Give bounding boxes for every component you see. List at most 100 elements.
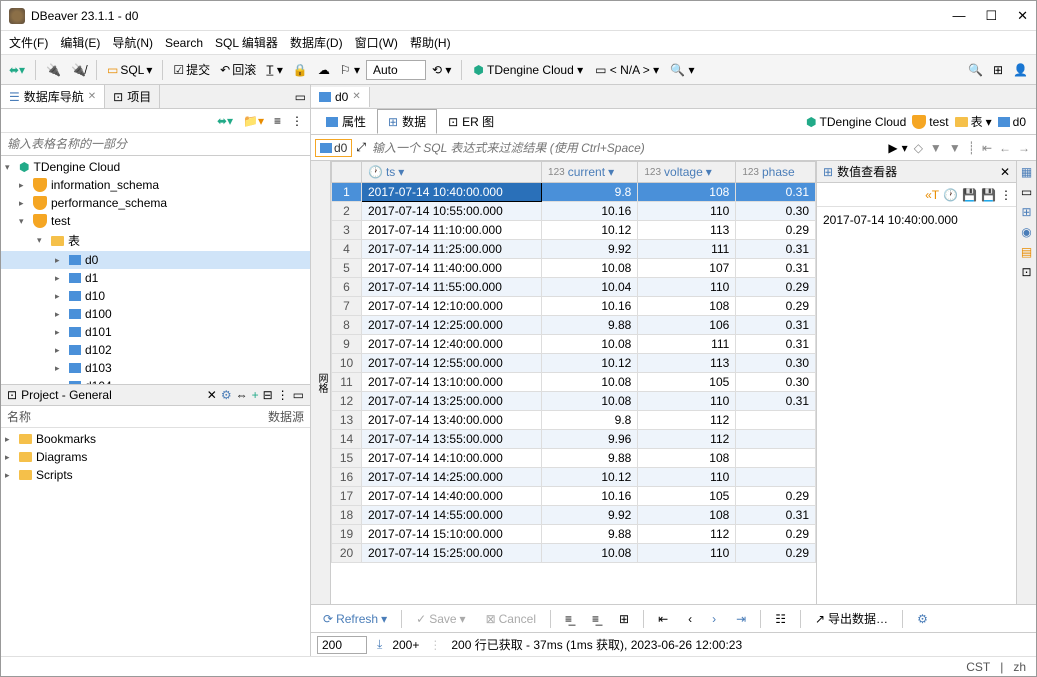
table-row[interactable]: 32017-07-14 11:10:00.00010.121130.29 bbox=[332, 221, 816, 240]
connect-tree-button[interactable]: ⬌▾ bbox=[214, 113, 236, 129]
sql-button[interactable]: ▭ SQL ▾ bbox=[103, 61, 156, 79]
script-button[interactable]: ☷ bbox=[769, 610, 792, 628]
table-row[interactable]: 102017-07-14 12:55:00.00010.121130.30 bbox=[332, 354, 816, 373]
table-row[interactable]: 52017-07-14 11:40:00.00010.081070.31 bbox=[332, 259, 816, 278]
table-row[interactable]: 152017-07-14 14:10:00.0009.88108 bbox=[332, 449, 816, 468]
bc-tables[interactable]: 表 ▾ bbox=[955, 113, 992, 130]
filter-clear-icon[interactable]: ◇ bbox=[912, 140, 925, 156]
tree-schema[interactable]: ▸performance_schema bbox=[1, 194, 310, 212]
tree-settings-button[interactable]: ≡ bbox=[271, 113, 284, 129]
tree-search-input[interactable] bbox=[1, 133, 310, 156]
text-icon[interactable]: «T bbox=[925, 188, 939, 202]
table-row[interactable]: 122017-07-14 13:25:00.00010.081100.31 bbox=[332, 392, 816, 411]
cloud-button[interactable]: ☁ bbox=[314, 61, 334, 79]
rownum-header[interactable] bbox=[332, 162, 362, 183]
table-row[interactable]: 82017-07-14 12:25:00.0009.881060.31 bbox=[332, 316, 816, 335]
table-row[interactable]: 172017-07-14 14:40:00.00010.161050.29 bbox=[332, 487, 816, 506]
tool-icon[interactable]: ▤ bbox=[1021, 245, 1032, 259]
table-row[interactable]: 72017-07-14 12:10:00.00010.161080.29 bbox=[332, 297, 816, 316]
collapse-icon[interactable]: ⊟ bbox=[263, 388, 273, 402]
close-icon[interactable]: ✕ bbox=[352, 91, 360, 102]
filter-history-button[interactable]: ▾ bbox=[902, 141, 908, 155]
nav-prev-icon[interactable]: ← bbox=[997, 140, 1013, 156]
maximize-button[interactable]: ☐ bbox=[985, 8, 997, 24]
prev-page-button[interactable]: ‹ bbox=[682, 610, 698, 628]
col-ts[interactable]: 🕐 ts▾ bbox=[362, 162, 542, 183]
disconnect-button[interactable]: 🔌̸ bbox=[67, 61, 90, 79]
lock-button[interactable]: 🔒 bbox=[289, 61, 312, 79]
apply-filter-button[interactable]: ▶ bbox=[888, 141, 897, 155]
language[interactable]: zh bbox=[1013, 660, 1026, 674]
auto-input[interactable] bbox=[366, 60, 426, 80]
save-icon[interactable]: 💾 bbox=[962, 188, 977, 202]
table-row[interactable]: 182017-07-14 14:55:00.0009.921080.31 bbox=[332, 506, 816, 525]
data-grid[interactable]: 🕐 ts▾ 123 current▾ 123 voltage▾ 123 phas… bbox=[331, 161, 816, 604]
table-row[interactable]: 62017-07-14 11:55:00.00010.041100.29 bbox=[332, 278, 816, 297]
gear-icon[interactable]: ⚙ bbox=[221, 388, 232, 402]
edit-btn[interactable]: ≡̲ bbox=[586, 610, 605, 628]
tree-tables-folder[interactable]: ▾表 bbox=[1, 230, 310, 251]
next-page-button[interactable]: › bbox=[706, 610, 722, 628]
search-icon[interactable]: 🔍 bbox=[964, 61, 987, 79]
new-conn-button[interactable]: ⬌▾ bbox=[5, 61, 29, 79]
rollback-button[interactable]: ↶ 回滚 bbox=[216, 59, 260, 80]
tree-schema[interactable]: ▾test bbox=[1, 212, 310, 230]
col-current[interactable]: 123 current▾ bbox=[542, 162, 638, 183]
settings-button[interactable]: ⚙ bbox=[911, 610, 934, 628]
edit-btn[interactable]: ≡̲ bbox=[559, 610, 578, 628]
table-row[interactable]: 142017-07-14 13:55:00.0009.96112 bbox=[332, 430, 816, 449]
menu-help[interactable]: 帮助(H) bbox=[410, 34, 451, 51]
tool-icon[interactable]: ⊡ bbox=[1021, 265, 1031, 279]
tab-projects[interactable]: ⊡ 项目 bbox=[105, 85, 160, 108]
tree-table-item[interactable]: ▸d102 bbox=[1, 341, 310, 359]
table-row[interactable]: 42017-07-14 11:25:00.0009.921110.31 bbox=[332, 240, 816, 259]
tx-mode-button[interactable]: T̲ ▾ bbox=[262, 61, 287, 79]
close-icon[interactable]: ✕ bbox=[207, 388, 217, 402]
tree-table-item[interactable]: ▸d101 bbox=[1, 323, 310, 341]
tree-table-item[interactable]: ▸d1 bbox=[1, 269, 310, 287]
tree-root[interactable]: ▾⬢TDengine Cloud bbox=[1, 158, 310, 176]
bc-db[interactable]: test bbox=[912, 115, 948, 129]
tree-table-item[interactable]: ▸d10 bbox=[1, 287, 310, 305]
table-row[interactable]: 132017-07-14 13:40:00.0009.8112 bbox=[332, 411, 816, 430]
edit-btn[interactable]: ⊞ bbox=[613, 610, 635, 628]
connection-dropdown[interactable]: ⬢ TDengine Cloud ▾ bbox=[468, 60, 588, 80]
auto-config-button[interactable]: ⟲ ▾ bbox=[428, 61, 455, 79]
tool-icon[interactable]: ⊞ bbox=[1021, 205, 1031, 219]
table-row[interactable]: 22017-07-14 10:55:00.00010.161100.30 bbox=[332, 202, 816, 221]
table-row[interactable]: 92017-07-14 12:40:00.00010.081110.31 bbox=[332, 335, 816, 354]
tool-icon[interactable]: ◉ bbox=[1021, 225, 1031, 239]
subtab-er[interactable]: ⊡ER 图 bbox=[437, 109, 505, 134]
panels-icon[interactable]: ▦ bbox=[1021, 165, 1032, 179]
col-voltage[interactable]: 123 voltage▾ bbox=[638, 162, 736, 183]
menu-db[interactable]: 数据库(D) bbox=[290, 34, 343, 51]
close-icon[interactable]: ✕ bbox=[88, 91, 96, 102]
minimize-panel-button[interactable]: ▭ bbox=[291, 90, 310, 104]
project-item[interactable]: ▸Scripts bbox=[1, 466, 310, 484]
connect-button[interactable]: 🔌 bbox=[42, 61, 65, 79]
table-row[interactable]: 12017-07-14 10:40:00.0009.81080.31 bbox=[332, 183, 816, 202]
more-icon[interactable]: ⋮ bbox=[277, 388, 289, 402]
fetch-icon[interactable]: ⤓ bbox=[377, 637, 382, 652]
tree-table-item[interactable]: ▸d104 bbox=[1, 377, 310, 384]
tab-db-nav[interactable]: ☰ 数据库导航 ✕ bbox=[1, 85, 105, 108]
export-button[interactable]: ↗ 导出数据… bbox=[809, 608, 894, 629]
folder-button[interactable]: 📁▾ bbox=[240, 113, 267, 129]
expand-icon[interactable]: ⤢ bbox=[356, 140, 366, 155]
saveas-icon[interactable]: 💾 bbox=[981, 188, 996, 202]
save-button[interactable]: ✓ Save ▾ bbox=[410, 610, 471, 628]
schema-dropdown[interactable]: ▭ < N/A > ▾ bbox=[590, 60, 664, 80]
tool-icon[interactable]: ▭ bbox=[1021, 185, 1032, 199]
perspective-button[interactable]: ⊞ bbox=[989, 61, 1007, 79]
refresh-button[interactable]: ⟳ Refresh ▾ bbox=[317, 610, 393, 628]
tree-more-button[interactable]: ⋮ bbox=[288, 113, 306, 129]
user-avatar[interactable]: 👤 bbox=[1009, 61, 1032, 79]
bc-conn[interactable]: ⬢TDengine Cloud bbox=[806, 115, 906, 129]
link-icon[interactable]: ⇔ bbox=[236, 388, 248, 402]
menu-search[interactable]: Search bbox=[165, 36, 203, 50]
menu-file[interactable]: 文件(F) bbox=[9, 34, 48, 51]
table-row[interactable]: 112017-07-14 13:10:00.00010.081050.30 bbox=[332, 373, 816, 392]
commit-button[interactable]: ☑ 提交 bbox=[169, 59, 214, 80]
filter-custom-icon[interactable]: ▼ bbox=[947, 140, 963, 156]
close-button[interactable]: ✕ bbox=[1017, 8, 1028, 24]
